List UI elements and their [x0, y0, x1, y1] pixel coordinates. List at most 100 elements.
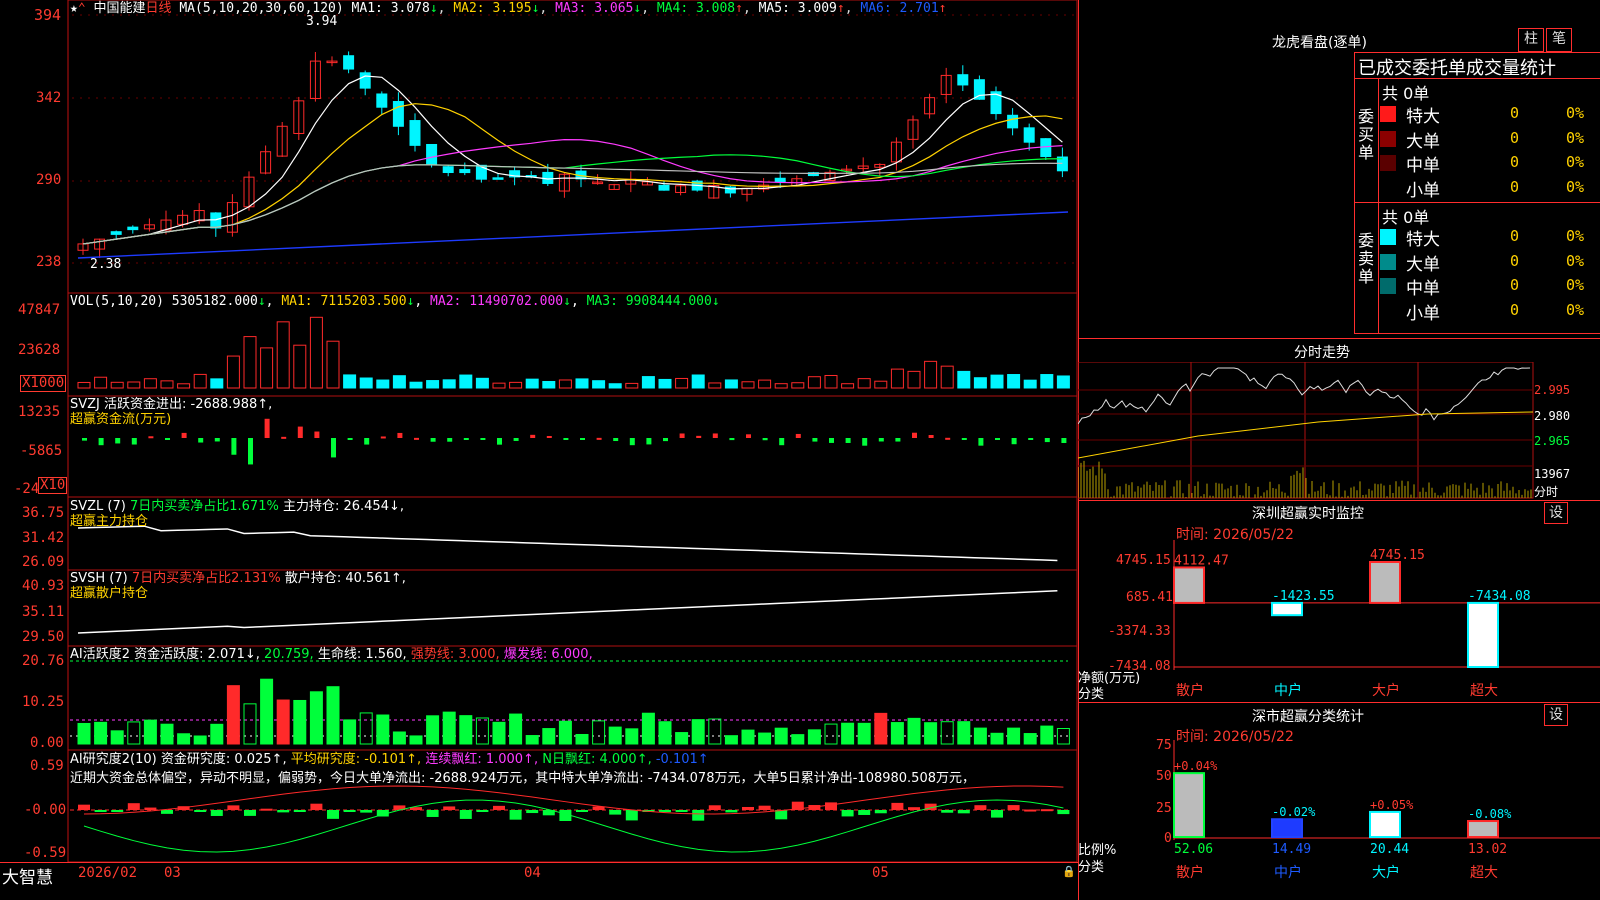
legend-swatch [1380, 155, 1396, 171]
active-bar [758, 732, 772, 745]
active-bar [1023, 733, 1037, 745]
volume-bar [492, 382, 506, 389]
sell-row: 中单 0 0% [1380, 274, 1600, 299]
research-bar [293, 810, 306, 812]
sz-class-settings-button[interactable]: 设 [1544, 704, 1568, 726]
price-axis-top: 394 [34, 6, 62, 24]
research-bar [144, 807, 157, 810]
flow-bar [264, 418, 270, 438]
tick-view-button[interactable]: 笔 [1546, 28, 1572, 52]
ma1-arrow: ↓ [429, 1, 438, 16]
price-line [1078, 367, 1531, 425]
active-bar [675, 732, 689, 745]
ratio-bar [1369, 810, 1401, 838]
sz-monitor-settings-button[interactable]: 设 [1544, 502, 1568, 524]
ai-active-axis-label: 20.76 [22, 653, 65, 669]
research-bar [742, 806, 754, 810]
sz-class-title: 深市超赢分类统计 [1252, 709, 1364, 725]
active-bar [94, 721, 108, 745]
volume-bar [376, 379, 390, 389]
active-bar [426, 715, 440, 745]
ai-research-summary: 近期大资金总体偏空，异动不明显，偏弱势，今日大单净流出: -2688.924万元… [70, 771, 975, 786]
lock-icon[interactable]: 🔒 [1062, 865, 1076, 878]
stock-name[interactable]: 中国能建 [93, 1, 145, 16]
flow-bar [447, 438, 453, 442]
category-label: 超大 [1470, 683, 1498, 699]
active-bar [824, 723, 838, 745]
vol-unit-badge: X1000 [20, 375, 67, 392]
research-bar [758, 805, 771, 810]
vol-header: VOL(5,10,20) 5305182.000↓, MA1: 7115203.… [70, 294, 720, 309]
flow-bar [629, 438, 635, 446]
divider [1378, 78, 1379, 334]
active-bar [160, 723, 174, 745]
svzl-position: 主力持仓: 26.454↓, [282, 499, 404, 514]
ma6-arrow: ↑ [938, 1, 947, 16]
active-bar [741, 729, 755, 745]
research-bar [874, 810, 887, 814]
sell-pct: 0% [1566, 227, 1585, 245]
research-bar [310, 803, 323, 810]
category-label: 中户 [1274, 864, 1302, 881]
intraday-chart[interactable] [1078, 362, 1600, 500]
net-flow-bar [1271, 601, 1303, 617]
sell-label: 中单 [1406, 279, 1440, 299]
sell-count: 0 [1510, 276, 1520, 294]
research-bar [708, 805, 721, 810]
active-bar [708, 718, 722, 745]
legend-swatch [1380, 130, 1396, 147]
volume-bar [160, 380, 174, 389]
buy-row: 特大 0 0% [1380, 102, 1600, 127]
research-bar [194, 810, 207, 812]
active-bar [226, 685, 240, 745]
volume-bar [641, 376, 655, 389]
research-bar [227, 805, 240, 810]
candle [957, 74, 969, 86]
flow-bar [829, 438, 834, 443]
candle [110, 231, 122, 235]
bar-view-button[interactable]: 柱 [1518, 28, 1544, 52]
active-bar [807, 729, 821, 745]
category-label: 散户 [1176, 682, 1204, 699]
volume-bar [309, 316, 323, 389]
research-bar [891, 802, 904, 810]
volume-bar [608, 383, 622, 389]
volume-bar [675, 377, 689, 389]
active-bar [525, 735, 539, 745]
ratio-bar [1271, 818, 1303, 839]
svsh-header: SVSH (7) 7日内买卖净占比2.131% 散户持仓: 40.561↑, [70, 571, 406, 587]
date-label: 04 [524, 865, 541, 881]
active-bar [890, 722, 904, 745]
flow-bar [248, 438, 253, 465]
ai-research-title: AI研究度2(10) [70, 752, 157, 767]
active-bar [110, 730, 124, 745]
active-bar [907, 717, 921, 745]
sell-row: 特大 0 0% [1380, 225, 1600, 250]
buy-pct: 0% [1566, 177, 1585, 196]
flow-bar [165, 438, 170, 440]
date-label: 2026/02 [78, 865, 138, 881]
svsh-axis-label: 40.93 [22, 578, 65, 594]
volume-bar [924, 360, 938, 389]
volume-bar [575, 378, 589, 389]
active-bar [957, 721, 971, 745]
price-axis-label: 290 [36, 172, 62, 188]
flow-bar [812, 438, 818, 442]
retail-position-line [77, 590, 1058, 634]
candle [426, 143, 438, 165]
active-bar [343, 719, 357, 745]
kline-chart-area[interactable] [0, 0, 1078, 882]
candle [774, 177, 786, 183]
order-stats-title: 已成交委托单成交量统计 [1358, 58, 1556, 79]
svsh-ratio: 7日内买卖净占比2.131% [131, 571, 281, 586]
volume-bar [94, 376, 108, 389]
period-label[interactable]: 日线 [146, 1, 172, 16]
active-bar [459, 715, 473, 745]
ma2-arrow: ↓ [531, 1, 540, 16]
flow-bar [961, 438, 967, 440]
research-bar [210, 810, 223, 816]
intraday-axis-label: 2.965 [1534, 434, 1571, 448]
dragon-title: 龙虎看盘(逐单) [1272, 35, 1367, 51]
svzj-unit-badge: X10 [38, 477, 68, 494]
volume-bar [890, 368, 904, 389]
